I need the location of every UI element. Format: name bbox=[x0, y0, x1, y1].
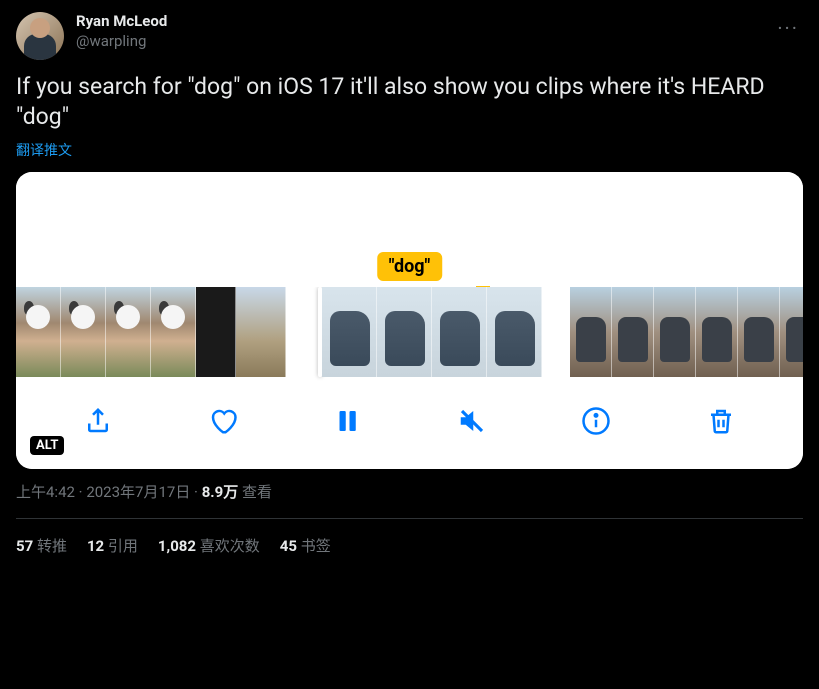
more-options-button[interactable]: ··· bbox=[773, 12, 803, 44]
info-button[interactable] bbox=[576, 401, 616, 441]
clip-group-3[interactable] bbox=[570, 287, 803, 377]
video-filmstrip[interactable] bbox=[16, 287, 803, 377]
tweet-stats: 57 转推 12 引用 1,082 喜欢次数 45 书签 bbox=[16, 519, 803, 556]
share-button[interactable] bbox=[78, 401, 118, 441]
avatar[interactable] bbox=[16, 12, 64, 60]
video-frame bbox=[61, 287, 106, 377]
share-icon bbox=[83, 406, 113, 436]
tweet-meta[interactable]: 上午4:42 · 2023年7月17日 · 8.9万 查看 bbox=[16, 481, 803, 519]
video-frame bbox=[106, 287, 151, 377]
tweet-container: Ryan McLeod @warpling ··· If you search … bbox=[0, 0, 819, 568]
video-frame bbox=[570, 287, 612, 377]
tweet-time: 上午4:42 bbox=[16, 483, 75, 501]
views-count: 8.9万 bbox=[202, 483, 239, 501]
media-toolbar bbox=[16, 377, 803, 469]
video-frame bbox=[612, 287, 654, 377]
trash-icon bbox=[706, 406, 736, 436]
likes-stat[interactable]: 1,082 喜欢次数 bbox=[158, 535, 260, 556]
info-icon bbox=[581, 406, 611, 436]
clip-group-2[interactable] bbox=[314, 287, 542, 377]
pause-button[interactable] bbox=[327, 401, 367, 441]
translate-tweet-link[interactable]: 翻译推文 bbox=[16, 140, 72, 160]
media-top-area: "dog" bbox=[16, 172, 803, 287]
pause-icon bbox=[332, 406, 362, 436]
video-frame bbox=[322, 287, 377, 377]
bookmarks-stat[interactable]: 45 书签 bbox=[280, 535, 331, 556]
media-attachment[interactable]: "dog" bbox=[16, 172, 803, 469]
search-term-badge: "dog" bbox=[377, 252, 443, 281]
display-name: Ryan McLeod bbox=[76, 12, 761, 32]
user-info[interactable]: Ryan McLeod @warpling bbox=[76, 12, 761, 51]
retweets-stat[interactable]: 57 转推 bbox=[16, 535, 67, 556]
video-frame bbox=[738, 287, 780, 377]
video-frame bbox=[696, 287, 738, 377]
quotes-stat[interactable]: 12 引用 bbox=[87, 535, 138, 556]
video-frame bbox=[432, 287, 487, 377]
video-frame bbox=[654, 287, 696, 377]
tweet-text: If you search for "dog" on iOS 17 it'll … bbox=[16, 72, 803, 132]
video-frame bbox=[487, 287, 542, 377]
mute-button[interactable] bbox=[452, 401, 492, 441]
tweet-header: Ryan McLeod @warpling ··· bbox=[16, 12, 803, 60]
clip-group-1[interactable] bbox=[16, 287, 286, 377]
video-frame bbox=[151, 287, 196, 377]
video-frame bbox=[377, 287, 432, 377]
like-button[interactable] bbox=[203, 401, 243, 441]
delete-button[interactable] bbox=[701, 401, 741, 441]
video-frame bbox=[16, 287, 61, 377]
user-handle: @warpling bbox=[76, 32, 761, 52]
alt-text-badge[interactable]: ALT bbox=[30, 436, 64, 455]
video-frame bbox=[196, 287, 236, 377]
video-frame bbox=[236, 287, 286, 377]
video-frame bbox=[780, 287, 803, 377]
speaker-muted-icon bbox=[457, 406, 487, 436]
views-label: 查看 bbox=[238, 483, 272, 501]
tweet-date: 2023年7月17日 bbox=[86, 483, 190, 501]
heart-icon bbox=[208, 406, 238, 436]
